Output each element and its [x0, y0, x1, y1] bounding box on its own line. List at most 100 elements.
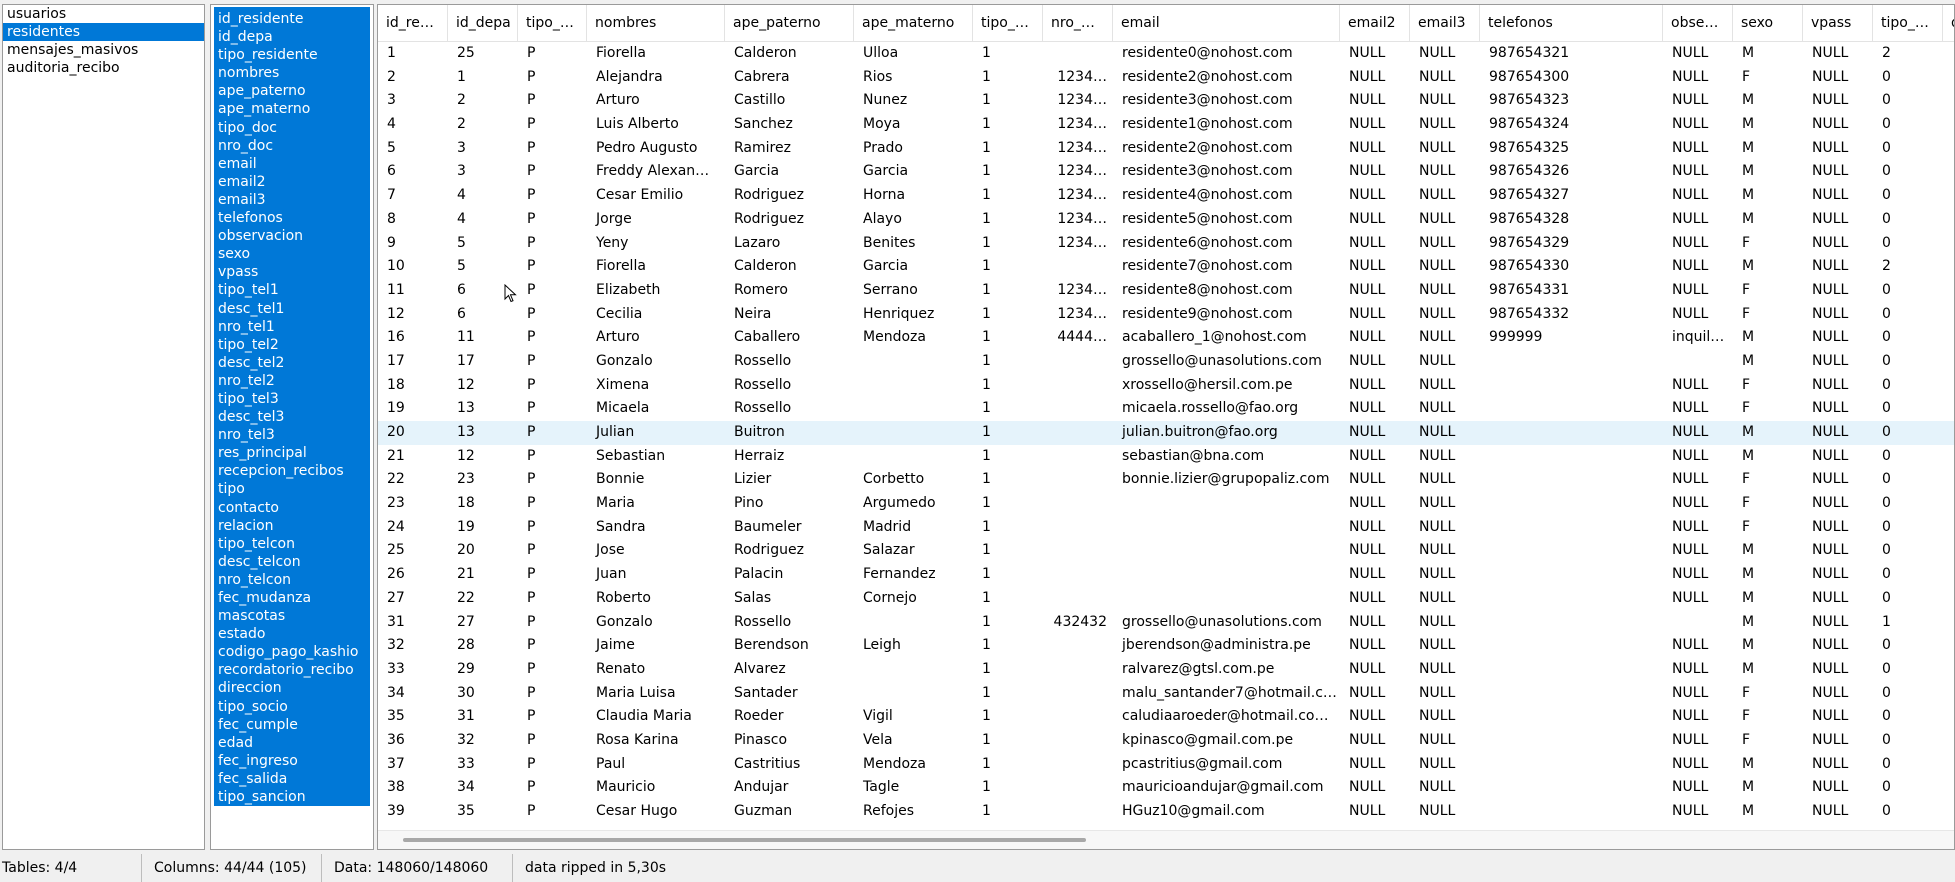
table-cell[interactable]: HGuz10@gmail.com	[1113, 800, 1340, 824]
table-cell[interactable]: NULL	[1663, 374, 1733, 398]
table-cell[interactable]: 2	[1873, 42, 1943, 66]
table-cell[interactable]	[1043, 516, 1113, 540]
table-cell[interactable]: Sandra	[587, 516, 725, 540]
table-cell[interactable]	[854, 421, 973, 445]
table-cell[interactable]: P	[518, 753, 587, 777]
table-cell[interactable]: NULL	[1803, 184, 1873, 208]
column-item[interactable]: desc_tel2	[214, 353, 370, 372]
table-cell[interactable]	[1043, 539, 1113, 563]
table-cell[interactable]: M	[1733, 208, 1803, 232]
table-cell[interactable]: 31	[378, 611, 448, 635]
table-cell[interactable]: 1234…	[1043, 232, 1113, 256]
table-cell[interactable]: NULL	[1410, 421, 1480, 445]
table-cell[interactable]: F	[1733, 279, 1803, 303]
table-cell[interactable]: NULL	[1410, 232, 1480, 256]
table-cell[interactable]: 0	[1873, 89, 1943, 113]
table-row[interactable]: 10 5 P Fiorella Calderon Garcia 1 residente7@no…	[378, 255, 1954, 279]
table-cell[interactable]: M	[1733, 445, 1803, 469]
table-cell[interactable]: 0	[1873, 539, 1943, 563]
table-cell[interactable]: F	[1733, 232, 1803, 256]
table-cell[interactable]	[1480, 729, 1663, 753]
table-row[interactable]: 12 6 P Cecilia Neira Henriquez 1 1234… residente…	[378, 303, 1954, 327]
table-cell[interactable]: Ramirez	[725, 137, 854, 161]
column-header[interactable]: email	[1113, 5, 1340, 41]
table-cell[interactable]: Pedro Augusto	[587, 137, 725, 161]
table-cell[interactable]	[1043, 374, 1113, 398]
table-cell[interactable]: NULL	[1663, 232, 1733, 256]
table-cell[interactable]: Ximena	[587, 374, 725, 398]
table-cell[interactable]: caludiaaroeder@hotmail.co…	[1113, 705, 1340, 729]
table-cell[interactable]: 34	[448, 776, 518, 800]
column-item[interactable]: relacion	[214, 516, 370, 535]
column-header[interactable]: nombres	[587, 5, 725, 41]
table-cell[interactable]	[1480, 421, 1663, 445]
column-item[interactable]: edad	[214, 733, 370, 752]
table-cell[interactable]: NULL	[1803, 682, 1873, 706]
column-item[interactable]: tipo_doc	[214, 118, 370, 137]
table-cell[interactable]: 0	[1873, 160, 1943, 184]
table-cell[interactable]: NULL	[1340, 89, 1410, 113]
table-cell[interactable]: NULL	[1410, 587, 1480, 611]
table-cell[interactable]: 2	[378, 66, 448, 90]
table-cell[interactable]: Lizier	[725, 468, 854, 492]
table-cell[interactable]: 987654328	[1480, 208, 1663, 232]
table-cell[interactable]: Nunez	[854, 89, 973, 113]
table-cell[interactable]: residente9@nohost.com	[1113, 303, 1340, 327]
table-cell[interactable]: NULL	[1803, 303, 1873, 327]
table-cell[interactable]	[1943, 634, 1954, 658]
table-cell[interactable]: NULL	[1340, 303, 1410, 327]
table-cell[interactable]	[1480, 800, 1663, 824]
table-cell[interactable]: acaballero_1@nohost.com	[1113, 326, 1340, 350]
table-cell[interactable]: 0	[1873, 492, 1943, 516]
table-row[interactable]: 11 6 P Elizabeth Romero Serrano 1 1234… resident…	[378, 279, 1954, 303]
table-cell[interactable]: Serrano	[854, 279, 973, 303]
table-cell[interactable]: 16	[378, 326, 448, 350]
table-cell[interactable]: NULL	[1340, 539, 1410, 563]
table-cell[interactable]: NULL	[1410, 705, 1480, 729]
table-cell[interactable]	[1043, 255, 1113, 279]
table-cell[interactable]: 0	[1873, 776, 1943, 800]
table-cell[interactable]: 0	[1873, 729, 1943, 753]
table-cell[interactable]: 19	[448, 516, 518, 540]
table-cell[interactable]: P	[518, 563, 587, 587]
table-cell[interactable]	[1943, 279, 1954, 303]
table-cell[interactable]: Cabrera	[725, 66, 854, 90]
table-cell[interactable]: 1	[973, 563, 1043, 587]
table-cell[interactable]: 1	[973, 753, 1043, 777]
table-cell[interactable]: ralvarez@gtsl.com.pe	[1113, 658, 1340, 682]
table-cell[interactable]: 1	[973, 682, 1043, 706]
table-cell[interactable]: 0	[1873, 397, 1943, 421]
table-cell[interactable]: Garcia	[854, 160, 973, 184]
table-cell[interactable]: NULL	[1803, 42, 1873, 66]
table-cell[interactable]: Santader	[725, 682, 854, 706]
column-header[interactable]: email3	[1410, 5, 1480, 41]
table-cell[interactable]: 2	[448, 113, 518, 137]
table-cell[interactable]: Micaela	[587, 397, 725, 421]
table-cell[interactable]: M	[1733, 184, 1803, 208]
table-cell[interactable]: micaela.rossello@fao.org	[1113, 397, 1340, 421]
table-cell[interactable]: Jaime	[587, 634, 725, 658]
table-cell[interactable]	[854, 611, 973, 635]
table-row[interactable]: 19 13 P Micaela Rossello 1 micaela.rossello@fa…	[378, 397, 1954, 421]
table-cell[interactable]: Calderon	[725, 42, 854, 66]
table-cell[interactable]	[1480, 492, 1663, 516]
table-cell[interactable]: Herraiz	[725, 445, 854, 469]
table-cell[interactable]	[1943, 445, 1954, 469]
table-cell[interactable]: NULL	[1340, 563, 1410, 587]
table-cell[interactable]	[1043, 42, 1113, 66]
table-cell[interactable]: 13	[448, 421, 518, 445]
table-cell[interactable]: 1	[973, 113, 1043, 137]
table-row[interactable]: 25 20 P Jose Rodriguez Salazar 1 NULL NULL NULL M N…	[378, 539, 1954, 563]
table-cell[interactable]: M	[1733, 42, 1803, 66]
table-row[interactable]: 39 35 P Cesar Hugo Guzman Refojes 1 HGuz10@gmai…	[378, 800, 1954, 824]
table-cell[interactable]: 0	[1873, 137, 1943, 161]
table-cell[interactable]: 1	[378, 42, 448, 66]
table-cell[interactable]: 1	[973, 303, 1043, 327]
table-cell[interactable]	[1943, 753, 1954, 777]
table-cell[interactable]: F	[1733, 705, 1803, 729]
table-cell[interactable]: NULL	[1803, 350, 1873, 374]
column-item[interactable]: contacto	[214, 498, 370, 517]
table-cell[interactable]: 5	[378, 137, 448, 161]
table-cell[interactable]: 3	[448, 137, 518, 161]
table-cell[interactable]: Jose	[587, 539, 725, 563]
